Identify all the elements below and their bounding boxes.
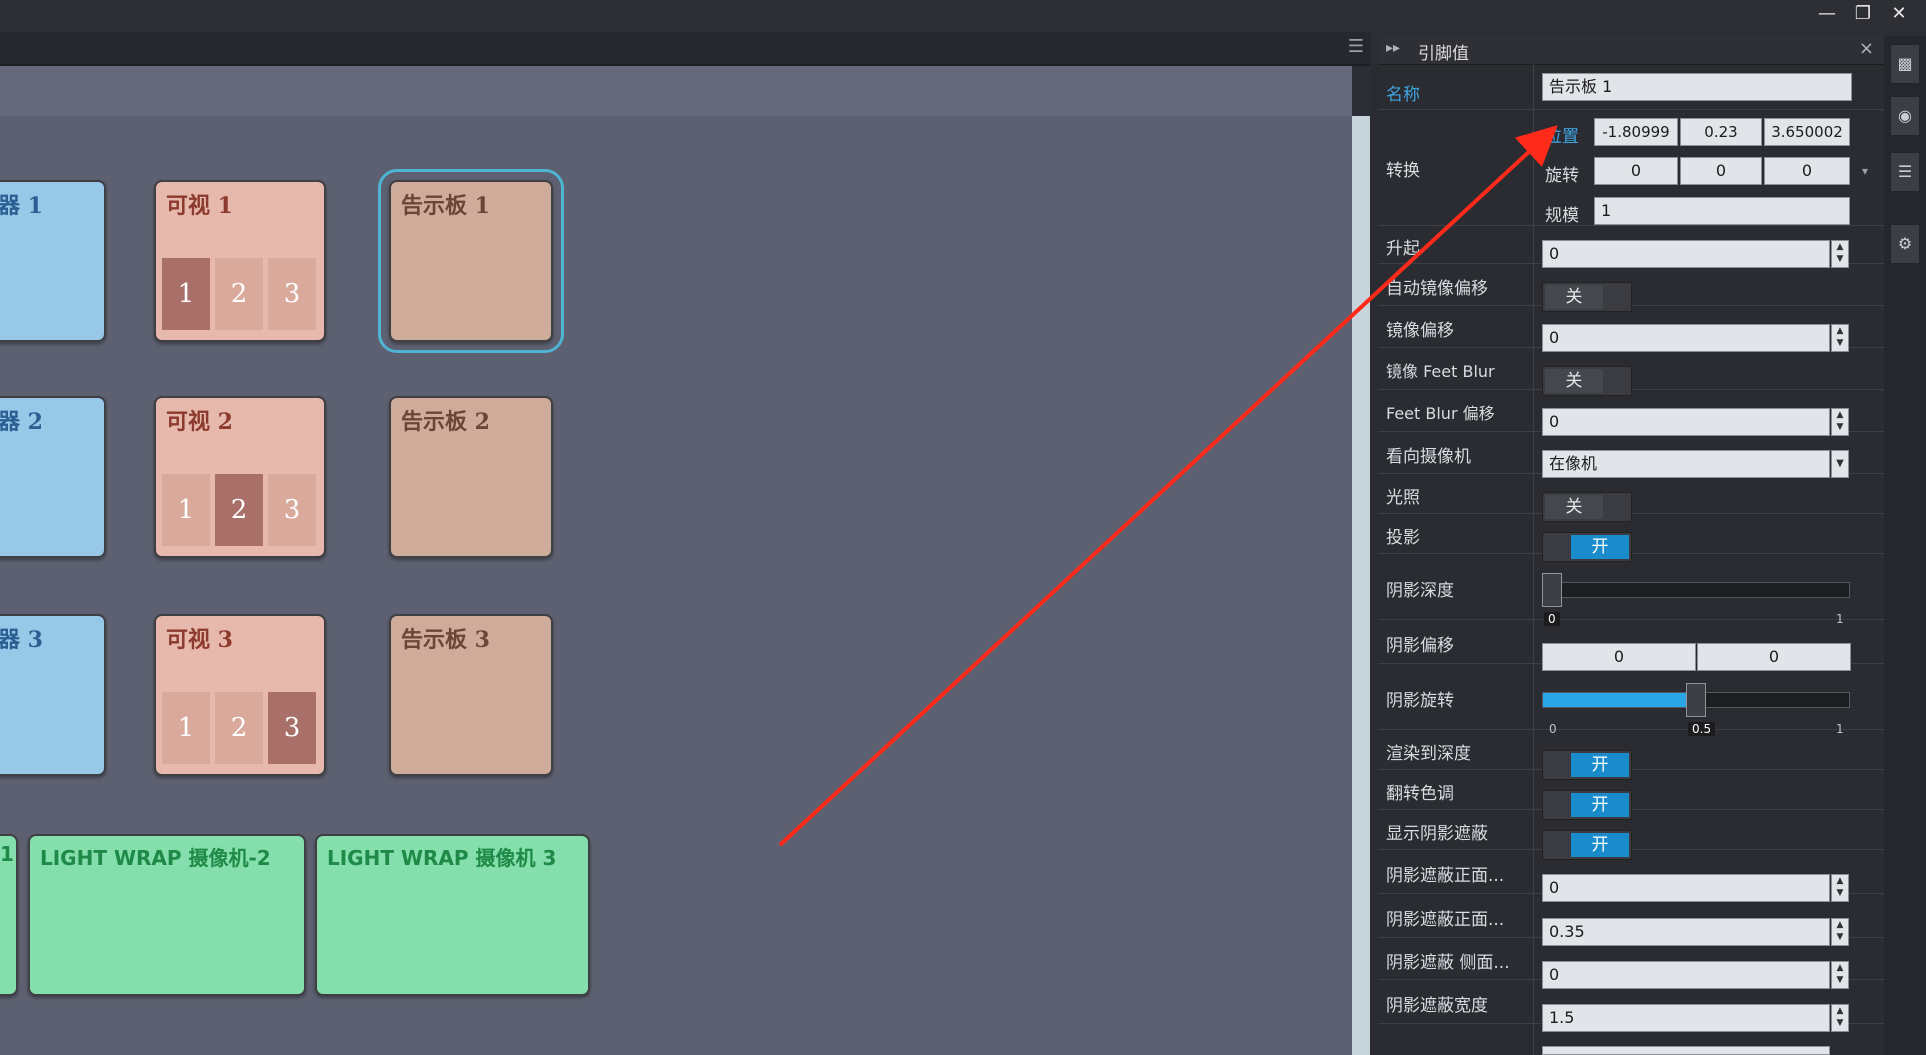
arrow-line	[778, 125, 1558, 847]
annotation-arrow	[778, 125, 1558, 847]
